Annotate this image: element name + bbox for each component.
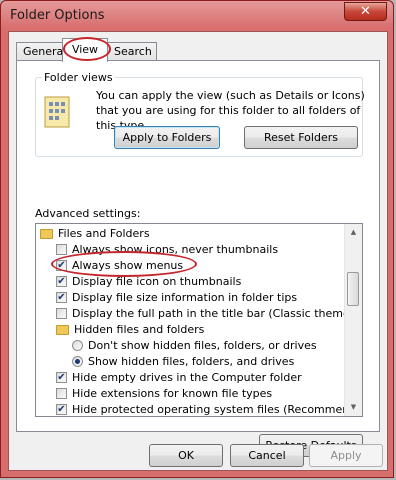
list-item-label: Hide empty drives in the Computer folder	[72, 371, 302, 384]
window-title: Folder Options	[10, 8, 105, 23]
list-item-label: Don't show hidden files, folders, or dri…	[88, 339, 317, 352]
folder-views-label: Folder views	[42, 71, 115, 84]
folder-options-window: Folder Options ✕ General View Search Fol…	[0, 0, 394, 478]
checkbox[interactable]	[56, 244, 67, 255]
tab-search[interactable]: Search	[107, 42, 157, 61]
list-item-label: Always show icons, never thumbnails	[72, 243, 279, 256]
title-bar[interactable]: Folder Options ✕	[1, 1, 393, 31]
scroll-thumb[interactable]	[347, 272, 359, 306]
apply-to-folders-button[interactable]: Apply to Folders	[114, 126, 220, 149]
reset-folders-button[interactable]: Reset Folders	[244, 126, 358, 149]
apply-button[interactable]: Apply	[309, 444, 383, 467]
list-item-label: Display the full path in the title bar (…	[72, 307, 363, 320]
radio-button-selected[interactable]	[72, 356, 83, 367]
list-item-label: Show hidden files, folders, and drives	[88, 355, 295, 368]
ok-button[interactable]: OK	[149, 444, 223, 467]
list-item-label: Hide extensions for known file types	[72, 387, 273, 400]
folder-views-group: Folder views You can apply the view (suc…	[35, 71, 365, 157]
cancel-button[interactable]: Cancel	[230, 444, 304, 467]
checkbox-checked[interactable]: ✔	[56, 276, 67, 287]
tab-general[interactable]: General	[16, 42, 66, 61]
folder-icon	[56, 325, 69, 335]
checkbox[interactable]	[56, 308, 67, 319]
checkbox-checked[interactable]: ✔	[56, 260, 67, 271]
dialog-client-area: General View Search Folder views You can…	[8, 31, 388, 471]
tab-view[interactable]: View	[62, 38, 108, 62]
radio-button[interactable]	[72, 340, 83, 351]
checkbox-checked[interactable]: ✔	[56, 292, 67, 303]
list-item-label: Files and Folders	[58, 227, 150, 240]
checkbox-checked[interactable]: ✔	[56, 404, 67, 415]
close-button[interactable]: ✕	[344, 2, 387, 21]
advanced-settings-label: Advanced settings:	[35, 207, 141, 220]
list-item-label: Hidden files and folders	[74, 323, 205, 336]
folder-view-icon	[44, 96, 70, 128]
checkbox[interactable]	[56, 388, 67, 399]
view-tab-panel: Folder views You can apply the view (suc…	[16, 60, 380, 457]
folder-icon	[40, 229, 53, 239]
advanced-settings-list[interactable]: Files and Folders Always show icons, nev…	[35, 223, 363, 417]
checkbox-checked[interactable]: ✔	[56, 372, 67, 383]
list-item-label: Display file size information in folder …	[72, 291, 298, 304]
list-item-label: Always show menus	[72, 259, 184, 272]
list-item-label: Hide protected operating system files (R…	[72, 403, 363, 416]
scroll-up-arrow-icon[interactable]: ▲	[345, 224, 362, 241]
vertical-scrollbar[interactable]: ▲ ▼	[344, 224, 362, 416]
scroll-down-arrow-icon[interactable]: ▼	[345, 399, 362, 416]
list-item-label: Display file icon on thumbnails	[72, 275, 242, 288]
